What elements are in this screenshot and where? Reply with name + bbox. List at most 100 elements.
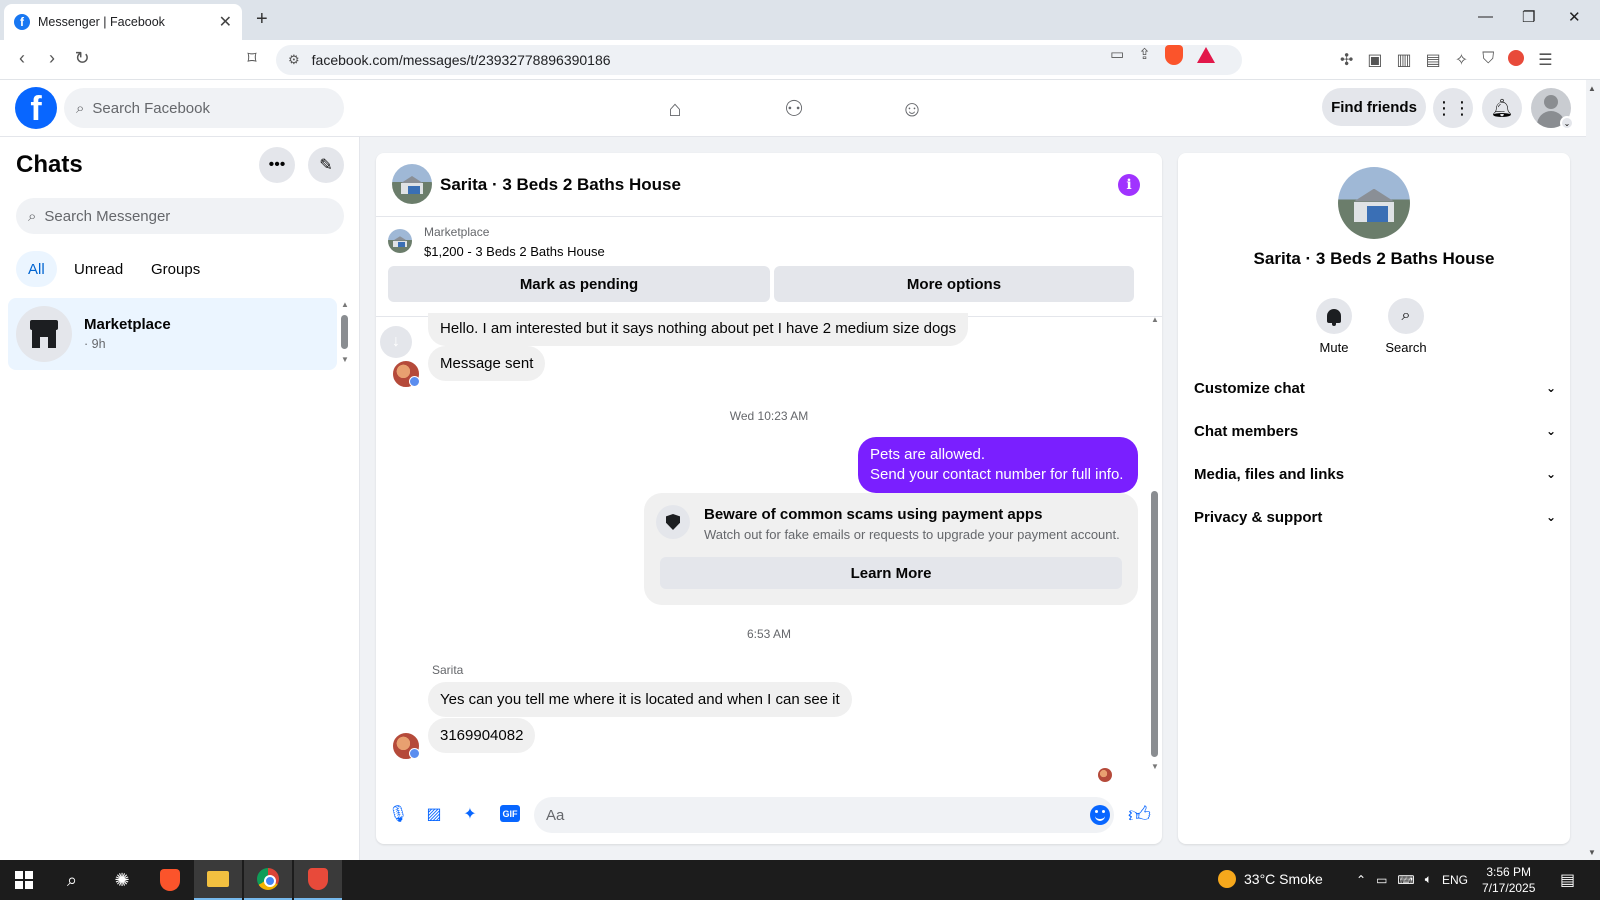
- chat-list-scrollbar[interactable]: ▲ ▼: [341, 300, 349, 364]
- bookmark-icon[interactable]: ⌑: [240, 48, 264, 69]
- forward-icon[interactable]: ›: [40, 48, 64, 69]
- clock-date: 7/17/2025: [1482, 881, 1536, 895]
- microphone-icon[interactable]: 🎙︎: [386, 802, 410, 826]
- facebook-header: f ⌕ ⌂ ⚇ ☺ Find friends ⋮⋮ 🔔︎ ⌄: [0, 80, 1586, 137]
- photo-icon[interactable]: ▨: [422, 802, 446, 826]
- section-media-files-links[interactable]: Media, files and links ⌄: [1194, 452, 1556, 496]
- browser-tab[interactable]: f Messenger | Facebook ✕: [4, 4, 242, 40]
- section-label: Chat members: [1194, 422, 1299, 440]
- sidebar-icon[interactable]: ▥: [1397, 50, 1412, 70]
- facebook-logo-icon[interactable]: f: [15, 87, 57, 129]
- sticker-icon[interactable]: ✦: [458, 802, 482, 826]
- notification-center-icon[interactable]: ▤: [1560, 870, 1575, 890]
- url-field[interactable]: ⚙ facebook.com/messages/t/23932778896390…: [276, 45, 1242, 75]
- extensions-icon[interactable]: ✣: [1340, 50, 1353, 70]
- message-thread[interactable]: ↓ Hello. I am interested but it says not…: [376, 313, 1162, 787]
- message-bubble-outgoing[interactable]: Pets are allowed. Send your contact numb…: [858, 437, 1138, 493]
- taskbar-brave-icon[interactable]: [146, 860, 194, 900]
- friends-icon[interactable]: ⚇: [778, 94, 810, 124]
- message-input[interactable]: [534, 797, 1114, 833]
- tray-chevron-up-icon[interactable]: ⌃: [1356, 873, 1366, 887]
- mark-as-pending-button[interactable]: Mark as pending: [388, 266, 770, 302]
- conversation-info-icon[interactable]: i: [1118, 174, 1140, 196]
- thread-scroll-up-icon[interactable]: ▲: [1151, 315, 1159, 324]
- listing-title[interactable]: $1,200 - 3 Beds 2 Baths House: [424, 244, 605, 259]
- outgoing-line: Pets are allowed.: [870, 446, 986, 463]
- taskbar-app-icon[interactable]: ✺: [98, 860, 146, 900]
- page-scroll-up-icon[interactable]: ▲: [1588, 84, 1596, 93]
- sender-avatar[interactable]: [392, 732, 420, 760]
- close-tab-icon[interactable]: ✕: [219, 12, 232, 32]
- account-chevron-down-icon[interactable]: ⌄: [1560, 116, 1574, 130]
- share-icon[interactable]: ⇪: [1138, 45, 1151, 65]
- home-icon[interactable]: ⌂: [659, 94, 691, 124]
- tray-volume-icon[interactable]: 🔈︎: [1425, 872, 1432, 887]
- taskbar-brave-active-icon[interactable]: [294, 860, 342, 900]
- message-timestamp: 6:53 AM: [746, 627, 792, 641]
- menu-grid-icon[interactable]: ⋮⋮: [1433, 88, 1473, 128]
- back-icon[interactable]: ‹: [10, 48, 34, 69]
- chat-options-icon[interactable]: •••: [259, 147, 295, 183]
- page-scroll-down-icon[interactable]: ▼: [1588, 848, 1596, 857]
- menu-icon[interactable]: ☰: [1538, 50, 1552, 70]
- brave-rewards-icon[interactable]: [1196, 47, 1215, 63]
- taskbar-clock[interactable]: 3:56 PM 7/17/2025: [1482, 864, 1535, 896]
- restore-icon[interactable]: ❐: [1522, 8, 1535, 26]
- mute-action[interactable]: Mute: [1304, 298, 1364, 355]
- gif-icon[interactable]: GIF: [500, 805, 520, 822]
- learn-more-button[interactable]: Learn More: [660, 557, 1122, 589]
- windows-start-icon[interactable]: [0, 860, 48, 900]
- emoji-icon[interactable]: [1090, 805, 1110, 825]
- tray-meet-icon[interactable]: ▭: [1376, 873, 1387, 887]
- conversation-title[interactable]: Sarita · 3 Beds 2 Baths House: [440, 175, 681, 195]
- find-friends-button[interactable]: Find friends: [1322, 88, 1426, 126]
- sender-avatar[interactable]: [392, 360, 420, 388]
- tray-language[interactable]: ENG: [1442, 873, 1468, 887]
- url-actions: ▭ ⇪: [1110, 45, 1215, 65]
- minimize-icon[interactable]: —: [1478, 8, 1493, 25]
- more-options-button[interactable]: More options: [774, 266, 1134, 302]
- vpn-icon[interactable]: ⛉: [1482, 50, 1494, 70]
- cast-icon[interactable]: ▭: [1110, 45, 1124, 65]
- scroll-to-bottom-arrow-icon[interactable]: ↓: [380, 326, 412, 358]
- search-action[interactable]: ⌕ Search: [1376, 298, 1436, 355]
- listing-avatar-large[interactable]: [1338, 167, 1410, 239]
- new-message-icon[interactable]: ✎: [308, 147, 344, 183]
- wallet-icon[interactable]: ▤: [1426, 50, 1441, 70]
- message-bubble-incoming[interactable]: 3169904082: [428, 718, 536, 753]
- weather-widget[interactable]: 33°C Smoke: [1218, 870, 1323, 888]
- facebook-search-input[interactable]: [92, 99, 313, 117]
- taskbar-chrome-icon[interactable]: [244, 860, 292, 900]
- taskbar-file-explorer-icon[interactable]: [194, 860, 242, 900]
- site-settings-icon[interactable]: ⚙: [288, 52, 300, 68]
- filter-tab-unread[interactable]: Unread: [62, 251, 135, 287]
- leo-ai-icon[interactable]: ✧: [1455, 50, 1468, 70]
- section-customize-chat[interactable]: Customize chat ⌄: [1194, 366, 1556, 410]
- brave-shields-icon[interactable]: [1164, 45, 1183, 65]
- taskbar-search-icon[interactable]: ⌕: [48, 860, 96, 900]
- reload-icon[interactable]: ↻: [70, 48, 94, 69]
- chat-item-marketplace[interactable]: Marketplace · 9h: [8, 298, 337, 370]
- brave-profile-icon[interactable]: [1508, 50, 1525, 66]
- new-tab-icon[interactable]: +: [256, 8, 268, 31]
- tray-network-icon[interactable]: ⌨: [1397, 873, 1414, 887]
- screenshot-icon[interactable]: ▣: [1367, 50, 1382, 70]
- section-chat-members[interactable]: Chat members ⌄: [1194, 409, 1556, 453]
- listing-avatar[interactable]: [392, 164, 432, 204]
- thread-scroll-down-icon[interactable]: ▼: [1151, 762, 1159, 771]
- filter-tab-groups[interactable]: Groups: [139, 251, 212, 287]
- messenger-search-input[interactable]: [44, 207, 265, 225]
- groups-icon[interactable]: ☺: [896, 94, 928, 124]
- facebook-search[interactable]: ⌕: [64, 88, 344, 128]
- sender-name: Sarita: [432, 663, 464, 677]
- notifications-bell-icon[interactable]: 🔔︎: [1482, 88, 1522, 128]
- thread-scrollbar-thumb[interactable]: [1151, 491, 1158, 757]
- message-bubble-incoming[interactable]: Yes can you tell me where it is located …: [428, 682, 852, 717]
- section-privacy-support[interactable]: Privacy & support ⌄: [1194, 495, 1556, 539]
- messenger-search[interactable]: ⌕: [16, 198, 344, 234]
- filter-tab-all[interactable]: All: [16, 251, 57, 287]
- message-bubble-incoming[interactable]: Message sent: [428, 346, 546, 381]
- thumbs-up-icon[interactable]: 👍︎: [1128, 801, 1151, 828]
- close-window-icon[interactable]: ✕: [1568, 8, 1581, 26]
- message-bubble-incoming[interactable]: Hello. I am interested but it says nothi…: [428, 313, 969, 346]
